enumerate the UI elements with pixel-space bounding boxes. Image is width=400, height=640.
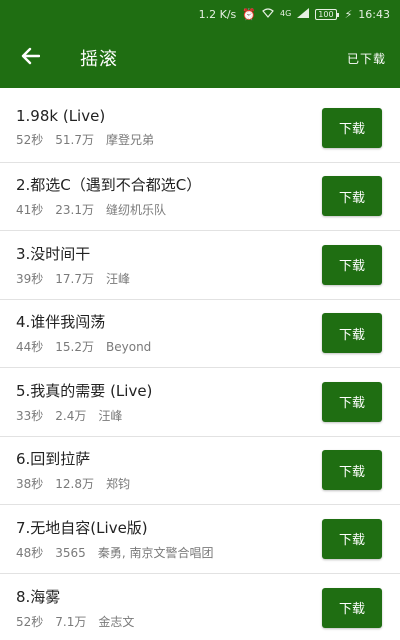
song-plays: 17.7万 bbox=[55, 271, 95, 286]
song-artist: 郑钧 bbox=[106, 477, 131, 492]
download-button[interactable]: 下载 bbox=[322, 587, 382, 628]
song-info: 6.回到拉萨 38秒 12.8万 郑钧 bbox=[16, 448, 322, 492]
song-meta: 38秒 12.8万 郑钧 bbox=[16, 475, 322, 492]
song-info: 3.没时间干 39秒 17.7万 汪峰 bbox=[16, 243, 322, 287]
song-meta: 48秒 3565 秦勇, 南京文警合唱团 bbox=[16, 544, 322, 561]
song-plays: 12.8万 bbox=[55, 477, 95, 492]
alarm-icon: ⏰ bbox=[242, 7, 256, 21]
song-title: 3.没时间干 bbox=[16, 244, 91, 263]
song-row[interactable]: 8.海雾 52秒 7.1万 金志文 下载 bbox=[0, 574, 400, 640]
song-list: 1.98k (Live) 52秒 51.7万 摩登兄弟 下载 2.都选C（遇到不合都… bbox=[0, 94, 400, 640]
song-row[interactable]: 2.都选C（遇到不合都选C） 41秒 23.1万 缝纫机乐队 下载 bbox=[0, 163, 400, 231]
download-button[interactable]: 下载 bbox=[322, 244, 382, 285]
song-info: 5.我真的需要 (Live) 33秒 2.4万 汪峰 bbox=[16, 380, 322, 424]
song-info: 1.98k (Live) 52秒 51.7万 摩登兄弟 bbox=[16, 107, 322, 148]
song-info: 4.谁伴我闯荡 44秒 15.2万 Beyond bbox=[16, 311, 322, 355]
song-duration: 33秒 bbox=[16, 408, 44, 423]
song-meta: 33秒 2.4万 汪峰 bbox=[16, 407, 322, 424]
song-plays: 3565 bbox=[55, 545, 86, 560]
song-title: 8.海雾 bbox=[16, 587, 61, 606]
charging-icon: ⚡ bbox=[344, 7, 353, 21]
song-artist: 秦勇, 南京文警合唱团 bbox=[97, 545, 214, 560]
download-button[interactable]: 下载 bbox=[322, 313, 382, 354]
song-row[interactable]: 3.没时间干 39秒 17.7万 汪峰 下载 bbox=[0, 231, 400, 300]
network-type: 4G bbox=[279, 9, 292, 18]
song-duration: 48秒 bbox=[16, 545, 44, 560]
song-artist: 缝纫机乐队 bbox=[106, 203, 167, 218]
song-meta: 44秒 15.2万 Beyond bbox=[16, 338, 322, 355]
song-plays: 7.1万 bbox=[55, 614, 87, 629]
download-button[interactable]: 下载 bbox=[322, 381, 382, 422]
song-duration: 41秒 bbox=[16, 203, 44, 218]
page-title: 摇滚 bbox=[80, 49, 118, 70]
song-duration: 52秒 bbox=[16, 133, 44, 148]
signal-icon bbox=[297, 8, 310, 20]
song-title: 2.都选C（遇到不合都选C） bbox=[16, 176, 202, 195]
song-row[interactable]: 7.无地自容(Live版) 48秒 3565 秦勇, 南京文警合唱团 下载 bbox=[0, 505, 400, 574]
song-plays: 23.1万 bbox=[55, 203, 95, 218]
song-meta: 39秒 17.7万 汪峰 bbox=[16, 270, 322, 287]
song-meta: 52秒 51.7万 摩登兄弟 bbox=[16, 131, 322, 148]
song-title: 5.我真的需要 (Live) bbox=[16, 381, 153, 400]
network-speed: 1.2 K/s bbox=[198, 7, 237, 21]
battery-level: 100 bbox=[318, 9, 334, 19]
song-row[interactable]: 5.我真的需要 (Live) 33秒 2.4万 汪峰 下载 bbox=[0, 368, 400, 437]
wifi-icon bbox=[262, 8, 274, 20]
status-bar: 1.2 K/s ⏰ 4G 100 ⚡ 16:43 bbox=[0, 0, 400, 28]
song-title: 4.谁伴我闯荡 bbox=[16, 313, 106, 332]
song-row[interactable]: 4.谁伴我闯荡 44秒 15.2万 Beyond 下载 bbox=[0, 300, 400, 368]
song-duration: 52秒 bbox=[16, 614, 44, 629]
download-button[interactable]: 下载 bbox=[322, 107, 382, 148]
download-button[interactable]: 下载 bbox=[322, 176, 382, 217]
song-plays: 51.7万 bbox=[55, 133, 95, 148]
song-info: 7.无地自容(Live版) 48秒 3565 秦勇, 南京文警合唱团 bbox=[16, 517, 322, 561]
song-title: 6.回到拉萨 bbox=[16, 450, 91, 469]
song-artist: Beyond bbox=[106, 340, 152, 355]
song-row[interactable]: 6.回到拉萨 38秒 12.8万 郑钧 下载 bbox=[0, 437, 400, 505]
song-title: 7.无地自容(Live版) bbox=[16, 518, 148, 537]
song-row[interactable]: 1.98k (Live) 52秒 51.7万 摩登兄弟 下载 bbox=[0, 94, 400, 163]
song-artist: 摩登兄弟 bbox=[106, 133, 155, 148]
song-artist: 汪峰 bbox=[98, 408, 123, 423]
song-meta: 52秒 7.1万 金志文 bbox=[16, 613, 322, 630]
downloaded-link[interactable]: 已下载 bbox=[347, 50, 386, 67]
download-button[interactable]: 下载 bbox=[322, 518, 382, 559]
song-duration: 38秒 bbox=[16, 477, 44, 492]
song-plays: 2.4万 bbox=[55, 408, 87, 423]
song-info: 8.海雾 52秒 7.1万 金志文 bbox=[16, 586, 322, 630]
song-duration: 44秒 bbox=[16, 340, 44, 355]
battery-icon: 100 bbox=[315, 8, 339, 20]
song-plays: 15.2万 bbox=[55, 340, 95, 355]
song-meta: 41秒 23.1万 缝纫机乐队 bbox=[16, 201, 322, 218]
song-info: 2.都选C（遇到不合都选C） 41秒 23.1万 缝纫机乐队 bbox=[16, 174, 322, 218]
song-duration: 39秒 bbox=[16, 271, 44, 286]
download-button[interactable]: 下载 bbox=[322, 450, 382, 491]
clock: 16:43 bbox=[358, 7, 390, 21]
song-artist: 汪峰 bbox=[106, 271, 131, 286]
song-artist: 金志文 bbox=[98, 614, 135, 629]
arrow-left-icon bbox=[20, 47, 41, 69]
app-bar: 摇滚 已下载 bbox=[0, 28, 400, 88]
back-button[interactable] bbox=[0, 28, 60, 88]
song-title: 1.98k (Live) bbox=[16, 107, 106, 126]
